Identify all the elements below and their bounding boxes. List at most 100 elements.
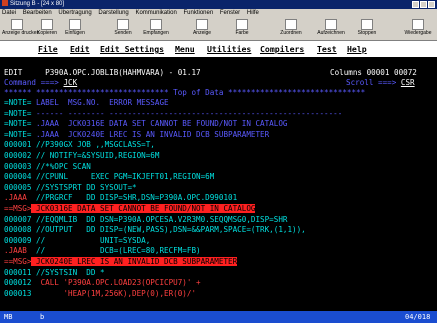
ispf-menu-utilities[interactable]: Utilities [207,44,251,54]
menu-fenster[interactable]: Fenster [220,10,240,16]
edit-line[interactable]: 000002 // NOTIFY=&SYSUID,REGION=6M [4,151,159,161]
line-text[interactable]: //P390GX JOB ,,MSGCLASS=T, [31,140,155,149]
line-number[interactable]: =NOTE= [4,98,31,107]
line-number[interactable]: .JAAB [4,246,31,255]
ispf-menu-compilers[interactable]: Compilers [260,44,304,54]
line-number[interactable]: 000009 [4,236,31,245]
edit-line[interactable]: 000013 'HEAP(1M,256K),DEP(0),ER(0)/' [4,289,196,299]
toolbar-map-button[interactable]: Zuordnen [276,19,306,40]
menu-bearbeiten[interactable]: Bearbeiten [23,10,52,16]
line-number[interactable]: 000004 [4,172,31,181]
line-number[interactable]: 000013 [4,289,31,298]
scroll-input[interactable]: CSR [401,78,415,87]
edit-line[interactable]: 000003 //*%OPC SCAN [4,162,91,172]
line-text[interactable]: ------ -------- ------------------------… [31,109,342,118]
edit-line[interactable]: 000007 //EQQMLIB DD DSN=P390A.OPCESA.V2R… [4,215,287,225]
title-bar: Sitzung B - [24 x 80] [0,0,437,9]
edit-line[interactable]: 000008 //OUTPUT DD DISP=(NEW,PASS),DSN=&… [4,225,306,235]
line-number[interactable]: 000008 [4,225,31,234]
terminal-screen[interactable]: File Edit Edit_Settings Menu Utilities C… [0,41,437,323]
edit-line[interactable]: =NOTE= .JAAA JCK0316E DATA SET CANNOT BE… [4,119,287,129]
dataset-name: P390A.OPC.JOBLIB(HAHMVARA) - 01.17 [45,68,201,77]
menu-hilfe[interactable]: Hilfe [247,10,259,16]
line-text[interactable]: CALL 'P390A.OPC.LOAD23(OPCICPU7)' + [31,278,201,287]
toolbar-play-button[interactable]: Wiedergabe [400,19,436,40]
line-number[interactable]: 000003 [4,162,31,171]
map-icon [285,19,297,30]
ispf-menu-edit[interactable]: Edit [70,44,90,54]
line-text[interactable]: //PRGRCF DD DISP=SHR,DSN=P390A.OPC.D9901… [31,193,237,202]
maximize-button[interactable] [420,1,427,8]
line-number[interactable]: 000011 [4,268,31,277]
toolbar-receive-button[interactable]: Empfangen [140,19,172,40]
line-text[interactable]: // NOTIFY=&SYSUID,REGION=6M [31,151,159,160]
menu-kommunikation[interactable]: Kommunikation [135,10,176,16]
command-input[interactable]: JCK [63,78,77,87]
line-text[interactable]: .JAAA JCK0240E LREC IS AN INVALID DCB SU… [31,130,269,139]
toolbar-record-button[interactable]: Aufzeichnen [313,19,349,40]
ispf-menu-file[interactable]: File [38,44,58,54]
toolbar-color-button[interactable]: Farbe [230,19,254,40]
line-number[interactable]: 000012 [4,278,31,287]
line-text[interactable]: //SYSTSPRT DD SYSOUT=* [31,183,137,192]
edit-line[interactable]: 000004 //CPUNL EXEC PGM=IKJEFT01,REGION=… [4,172,214,182]
edit-line[interactable]: ==MSG> JCK0316E DATA SET CANNOT BE FOUND… [4,204,256,214]
line-number[interactable]: ==MSG> [4,204,31,213]
toolbar-send-button[interactable]: Senden [110,19,136,40]
line-text[interactable]: //SYSTSIN DD * [31,268,105,277]
line-number[interactable]: =NOTE= [4,130,31,139]
line-number[interactable]: 000001 [4,140,31,149]
ispf-menu-test[interactable]: Test [317,44,337,54]
line-number[interactable]: =NOTE= [4,119,31,128]
ispf-menu-edit-settings[interactable]: Edit_Settings [100,44,164,54]
line-number[interactable]: 000005 [4,183,31,192]
line-number[interactable]: =NOTE= [4,109,31,118]
edit-line[interactable]: 000009 // UNIT=SYSDA, [4,236,150,246]
edit-line[interactable]: .JAAA //PRGRCF DD DISP=SHR,DSN=P390A.OPC… [4,193,237,203]
app-icon [2,0,8,7]
close-button[interactable] [428,1,435,8]
line-text[interactable]: //CPUNL EXEC PGM=IKJEFT01,REGION=6M [31,172,214,181]
line-number[interactable]: .JAAA [4,193,31,202]
line-number[interactable]: 000002 [4,151,31,160]
color-icon [236,19,248,30]
edit-line[interactable]: =NOTE= .JAAA JCK0240E LREC IS AN INVALID… [4,130,269,140]
line-number[interactable]: ==MSG> [4,257,31,266]
minimize-button[interactable] [412,1,419,8]
menu-datei[interactable]: Datei [2,10,16,16]
edit-line[interactable]: ==MSG> JCK0240E LREC IS AN INVALID DCB S… [4,257,238,267]
menu-darstellung[interactable]: Darstellung [98,10,128,16]
line-text[interactable]: //*%OPC SCAN [31,162,91,171]
edit-line[interactable]: 000011 //SYSTSIN DD * [4,268,105,278]
edit-line[interactable]: 000001 //P390GX JOB ,,MSGCLASS=T, [4,140,155,150]
edit-line[interactable]: =NOTE= ------ -------- -----------------… [4,109,342,119]
edit-line[interactable]: =NOTE= LABEL MSG.NO. ERROR MESSAGE [4,98,169,108]
edit-line[interactable]: .JAAB // DCB=(LREC=80,RECFM=FB) [4,246,201,256]
error-message-line[interactable]: JCK0316E DATA SET CANNOT BE FOUND/NOT IN… [31,204,256,213]
line-text[interactable]: //EQQMLIB DD DSN=P390A.OPCESA.V2R3M0.SEQ… [31,215,287,224]
line-text[interactable]: LABEL MSG.NO. ERROR MESSAGE [31,98,169,107]
line-text[interactable]: .JAAA JCK0316E DATA SET CANNOT BE FOUND/… [31,119,287,128]
line-text[interactable]: // UNIT=SYSDA, [31,236,150,245]
line-number[interactable]: 000007 [4,215,31,224]
toolbar-stop-button[interactable]: Stoppen [352,19,382,40]
status-bar: MB b 04/018 [0,311,437,323]
ispf-menu-menu[interactable]: Menu [175,44,195,54]
toolbar-display-button[interactable]: Anzeige [188,19,216,40]
cursor-position: 04/018 [405,313,431,321]
error-message-line[interactable]: JCK0240E LREC IS AN INVALID DCB SUBPARAM… [31,257,238,266]
line-text[interactable]: //OUTPUT DD DISP=(NEW,PASS),DSN=&&PARM,S… [31,225,306,234]
record-icon [325,19,337,30]
paste-icon [69,19,81,30]
toolbar-copy-button[interactable]: Kopieren [34,19,60,40]
menu-funktionen[interactable]: Funktionen [183,10,213,16]
toolbar-paste-button[interactable]: Einfügen [62,19,88,40]
menu-uebertragung[interactable]: Übertragung [58,10,91,16]
line-text[interactable]: // DCB=(LREC=80,RECFM=FB) [31,246,201,255]
line-text[interactable]: 'HEAP(1M,256K),DEP(0),ER(0)/' [31,289,196,298]
columns-indicator: Columns 00001 00072 [330,68,417,77]
edit-line[interactable]: 000005 //SYSTSPRT DD SYSOUT=* [4,183,137,193]
ispf-menu-help[interactable]: Help [347,44,367,54]
toolbar-print-button[interactable]: Anzeige drucken [2,19,39,40]
edit-line[interactable]: 000012 CALL 'P390A.OPC.LOAD23(OPCICPU7)'… [4,278,201,288]
